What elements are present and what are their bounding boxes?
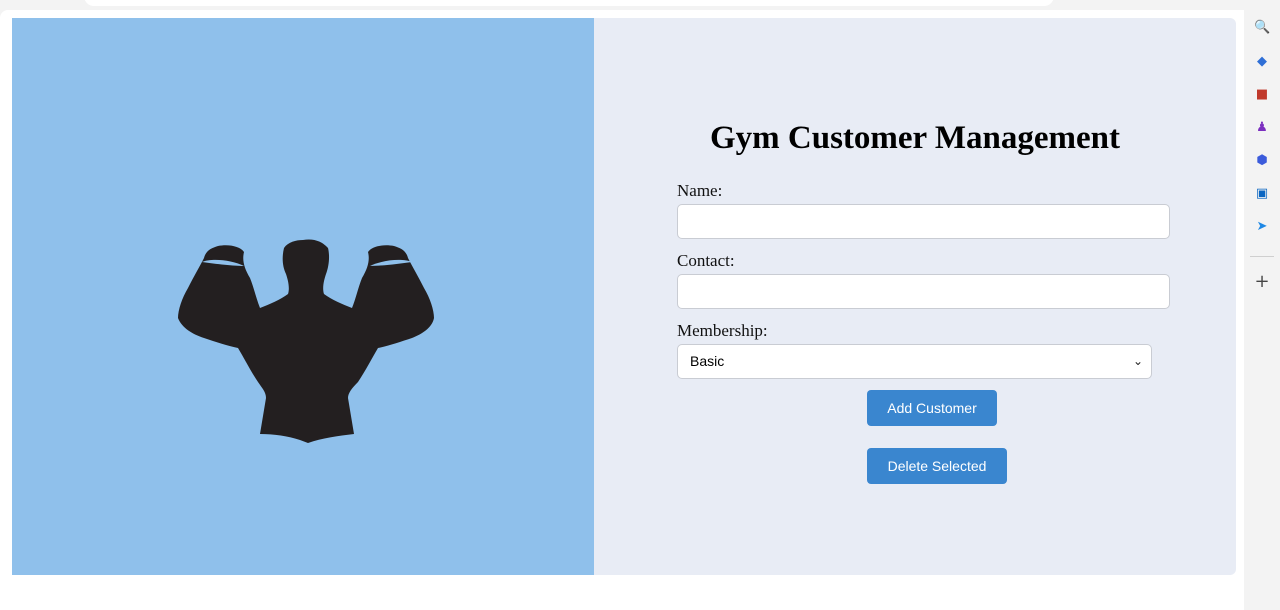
browser-top-bar <box>0 0 1244 10</box>
app-container: Gym Customer Management Name: Contact: M… <box>12 18 1236 575</box>
name-input[interactable] <box>677 204 1170 239</box>
send-icon[interactable]: ➤ <box>1254 219 1270 235</box>
bodybuilder-silhouette-icon <box>178 239 434 443</box>
delete-selected-button[interactable]: Delete Selected <box>867 448 1007 484</box>
address-bar[interactable] <box>84 0 1054 6</box>
contact-label: Contact: <box>677 251 735 270</box>
copilot-icon[interactable]: ⬢ <box>1254 153 1270 169</box>
form-panel: Gym Customer Management Name: Contact: M… <box>594 18 1236 575</box>
chevron-down-icon: ⌄ <box>1132 354 1143 368</box>
name-label: Name: <box>677 181 723 200</box>
tag-icon[interactable]: ◆ <box>1254 54 1270 70</box>
outlook-icon[interactable]: ▣ <box>1254 186 1270 202</box>
membership-label: Membership: <box>677 321 768 340</box>
contact-input[interactable] <box>677 274 1170 309</box>
briefcase-icon[interactable]: ■ <box>1254 87 1270 103</box>
membership-selected-value: Basic <box>690 353 725 369</box>
page-title: Gym Customer Management <box>710 120 1120 156</box>
add-icon[interactable]: + <box>1254 273 1270 291</box>
sidebar-divider <box>1250 256 1274 257</box>
games-icon[interactable]: ♟ <box>1254 120 1270 136</box>
browser-sidebar: 🔍 ◆ ■ ♟ ⬢ ▣ ➤ + <box>1244 0 1280 610</box>
search-icon[interactable]: 🔍 <box>1254 20 1270 36</box>
membership-select[interactable]: Basic ⌄ <box>677 344 1152 379</box>
add-customer-button[interactable]: Add Customer <box>867 390 997 426</box>
customer-form: Gym Customer Management Name: Contact: M… <box>677 120 1173 379</box>
hero-panel <box>12 18 594 575</box>
